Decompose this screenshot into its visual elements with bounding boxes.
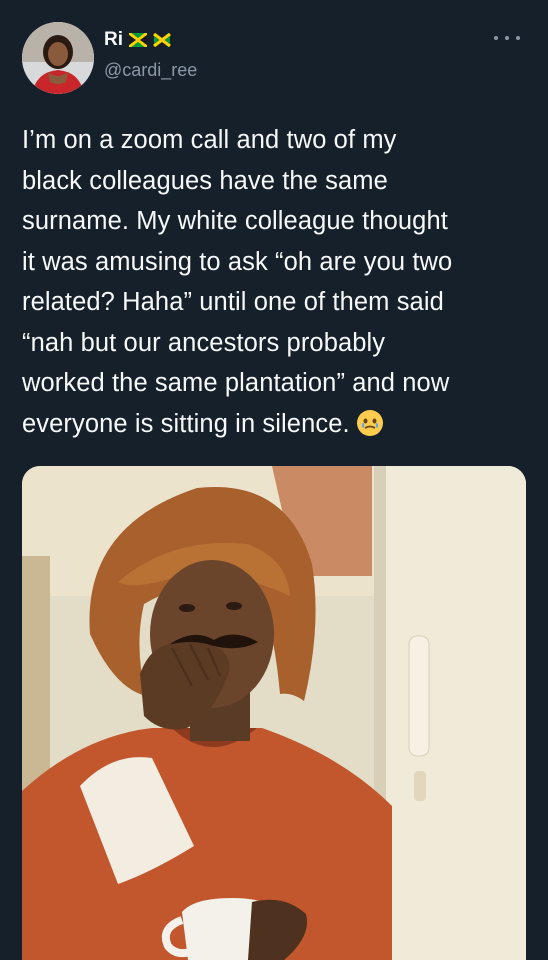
avatar[interactable] <box>22 22 94 94</box>
tweet[interactable]: Ri @cardi_ree I’m on a zoom call and two… <box>0 0 548 960</box>
author-name-row[interactable]: Ri <box>104 28 171 52</box>
jamaica-flag-icon <box>153 33 171 47</box>
tweet-text: I’m on a zoom call and two of my black c… <box>22 120 532 444</box>
display-name[interactable]: Ri <box>104 29 123 51</box>
profile-photo <box>22 22 94 94</box>
author-handle[interactable]: @cardi_ree <box>104 60 197 81</box>
jamaica-flag-icon <box>129 33 147 47</box>
tweet-body: I’m on a zoom call and two of my black c… <box>22 126 453 438</box>
more-horizontal-icon[interactable] <box>494 34 520 42</box>
face-holding-back-tears-emoji <box>356 409 383 436</box>
photo <box>22 466 526 960</box>
tweet-media-photo[interactable] <box>22 466 526 960</box>
